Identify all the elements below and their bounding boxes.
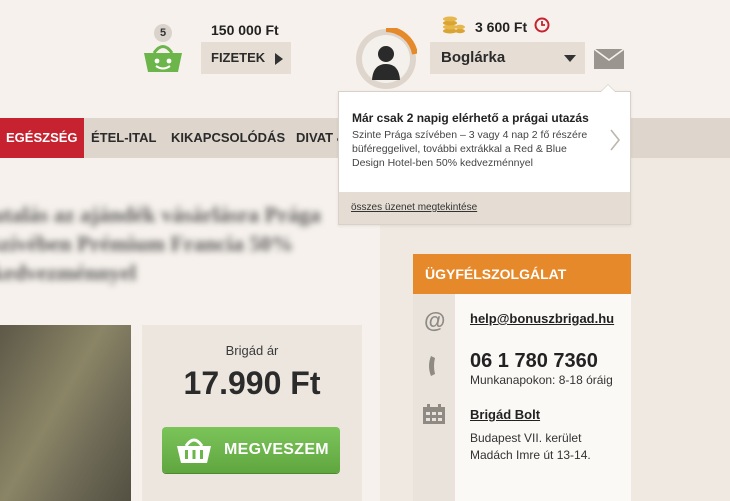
nav-item-egeszseg[interactable]: EGÉSZSÉG [0, 118, 84, 158]
at-sign-icon: @ [424, 308, 446, 333]
chevron-right-icon[interactable] [609, 128, 621, 152]
nav-item-kikapcsolodas[interactable]: KIKAPCSOLÓDÁS [171, 118, 285, 158]
shop-address-line1: Budapest VII. kerület [470, 431, 582, 445]
user-avatar[interactable] [355, 28, 417, 90]
phone-icon [429, 356, 435, 376]
cart-count-badge: 5 [154, 24, 172, 42]
deal-price: 17.990 Ft [183, 365, 321, 401]
user-dropdown[interactable]: Boglárka [430, 42, 585, 74]
shop-address-line2: Madách Imre út 13-14. [470, 448, 591, 462]
cart-button[interactable]: 5 [142, 24, 186, 76]
deal-title: utalás az ajándék vásárlásra Prága szívé… [0, 202, 321, 285]
support-phone: 06 1 780 7360 [470, 350, 598, 372]
pay-button-label: FIZETEK [211, 50, 266, 65]
buy-button[interactable]: MEGVESZEM [162, 427, 340, 473]
basket-icon [177, 438, 211, 463]
price-label: Brigád ár [225, 343, 279, 358]
user-name: Boglárka [441, 49, 506, 66]
arrow-right-icon [275, 53, 283, 65]
support-email-link[interactable]: help@bonuszbrigad.hu [470, 311, 614, 326]
message-text: Szinte Prága szívében – 3 vagy 4 nap 2 f… [352, 129, 588, 169]
clock-icon[interactable] [534, 17, 550, 33]
message-title[interactable]: Már csak 2 napig elérhető a prágai utazá… [352, 111, 589, 125]
all-messages-link[interactable]: összes üzenet megtekintése [351, 202, 477, 213]
pay-button[interactable]: FIZETEK [201, 42, 291, 74]
buy-button-label: MEGVESZEM [224, 441, 329, 458]
cart-total: 150 000 Ft [211, 22, 279, 38]
shop-link[interactable]: Brigád Bolt [470, 407, 540, 422]
chevron-down-icon [564, 55, 576, 62]
message-popup: Már csak 2 napig elérhető a prágai utazá… [338, 91, 631, 225]
popup-footer: összes üzenet megtekintése [339, 192, 630, 224]
popup-caret-inner [601, 85, 615, 92]
nav-item-etel-ital[interactable]: ÉTEL-ITAL [91, 118, 156, 158]
balance-amount: 3 600 Ft [475, 19, 528, 35]
coins-icon [443, 16, 465, 34]
deal-image [0, 325, 131, 501]
basket-icon [144, 45, 182, 72]
customer-service-header: ÜGYFÉLSZOLGÁLAT [413, 254, 631, 294]
calendar-icon [423, 404, 445, 424]
envelope-icon[interactable] [594, 49, 624, 69]
price-box: Brigád ár 17.990 Ft MEGVESZEM [142, 325, 362, 501]
support-hours: Munkanapokon: 8-18 óráig [470, 373, 613, 387]
